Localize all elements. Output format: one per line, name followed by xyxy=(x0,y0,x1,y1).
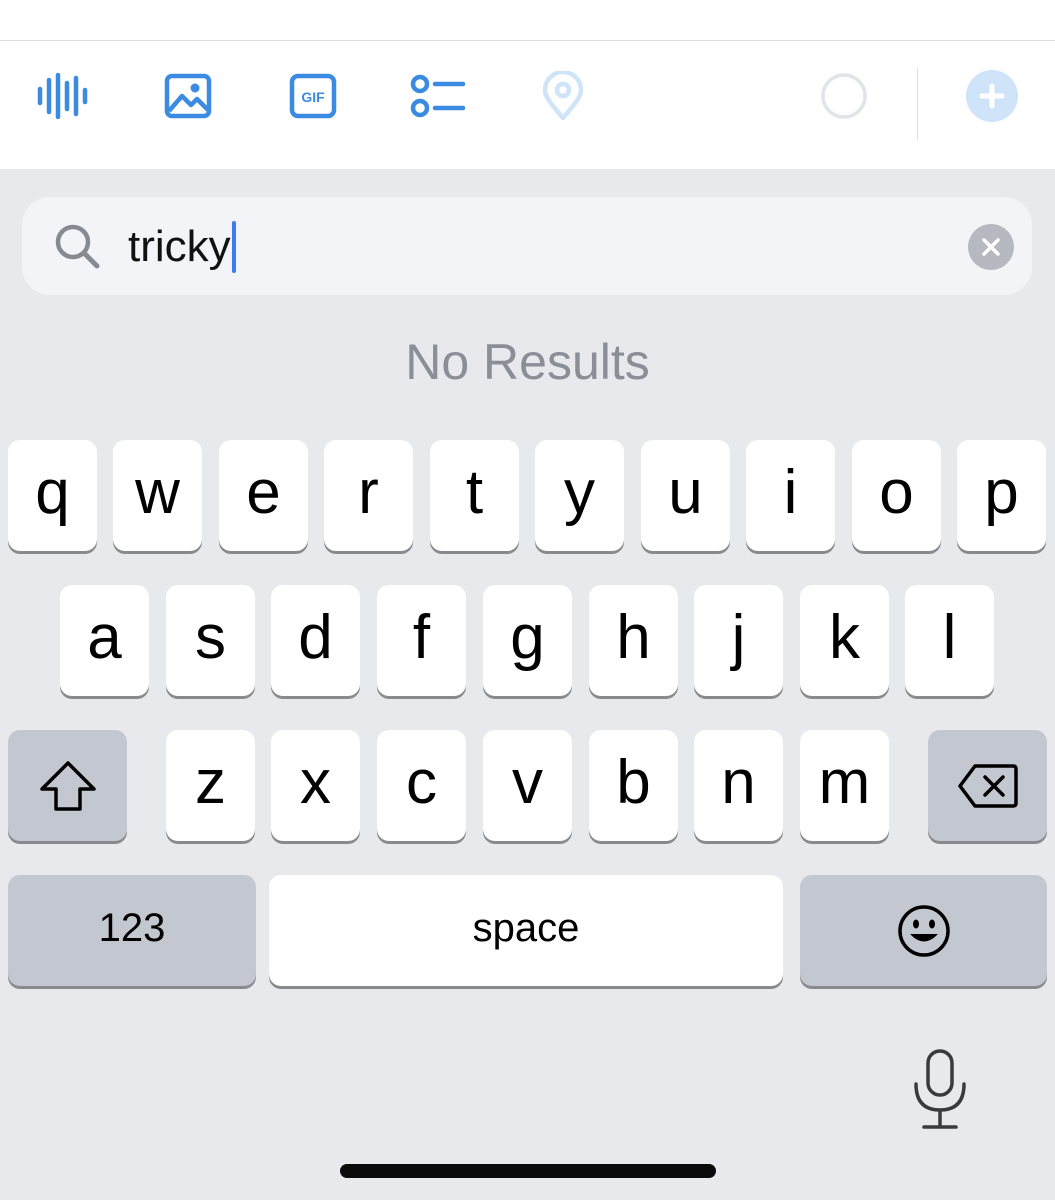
key-h[interactable]: h xyxy=(589,585,678,696)
search-area: tricky No Results xyxy=(0,169,1055,429)
close-icon xyxy=(982,238,1000,256)
plus-icon xyxy=(966,70,1018,122)
clear-search-button[interactable] xyxy=(968,224,1014,270)
keyboard: q w e r t y u i o p a s d f g h j k l z … xyxy=(0,440,1055,1200)
emoji-key[interactable] xyxy=(800,875,1047,986)
space-key[interactable]: space xyxy=(269,875,783,986)
no-results-label: No Results xyxy=(405,334,650,390)
microphone-icon[interactable] xyxy=(908,1048,972,1132)
key-z[interactable]: z xyxy=(166,730,255,841)
key-e[interactable]: e xyxy=(219,440,308,551)
key-a[interactable]: a xyxy=(60,585,149,696)
search-query: tricky xyxy=(128,222,231,271)
key-v[interactable]: v xyxy=(483,730,572,841)
search-input[interactable]: tricky xyxy=(22,197,1032,295)
emoji-icon xyxy=(897,904,950,957)
shift-key[interactable] xyxy=(8,730,127,841)
character-count-ring-icon xyxy=(814,66,874,126)
key-i[interactable]: i xyxy=(746,440,835,551)
key-c[interactable]: c xyxy=(377,730,466,841)
key-m[interactable]: m xyxy=(800,730,889,841)
waveform-icon[interactable] xyxy=(32,66,92,126)
add-tweet-button[interactable] xyxy=(962,66,1022,126)
key-k[interactable]: k xyxy=(800,585,889,696)
key-y[interactable]: y xyxy=(535,440,624,551)
gif-icon[interactable]: GIF xyxy=(283,66,343,126)
search-icon xyxy=(55,224,100,269)
key-p[interactable]: p xyxy=(957,440,1046,551)
key-o[interactable]: o xyxy=(852,440,941,551)
backspace-icon xyxy=(957,763,1018,808)
key-b[interactable]: b xyxy=(589,730,678,841)
toolbar-divider xyxy=(917,68,918,140)
compose-toolbar: GIF xyxy=(0,41,1055,169)
key-t[interactable]: t xyxy=(430,440,519,551)
key-s[interactable]: s xyxy=(166,585,255,696)
shift-icon xyxy=(39,760,96,811)
top-strip xyxy=(0,0,1055,41)
key-f[interactable]: f xyxy=(377,585,466,696)
gif-icon-label: GIF xyxy=(301,89,325,105)
key-l[interactable]: l xyxy=(905,585,994,696)
key-j[interactable]: j xyxy=(694,585,783,696)
key-g[interactable]: g xyxy=(483,585,572,696)
key-u[interactable]: u xyxy=(641,440,730,551)
key-w[interactable]: w xyxy=(113,440,202,551)
location-icon[interactable] xyxy=(533,66,593,126)
key-q[interactable]: q xyxy=(8,440,97,551)
search-field-text: tricky xyxy=(128,219,236,275)
backspace-key[interactable] xyxy=(928,730,1047,841)
home-indicator xyxy=(340,1164,716,1178)
text-cursor xyxy=(231,221,236,273)
key-d[interactable]: d xyxy=(271,585,360,696)
image-icon[interactable] xyxy=(158,66,218,126)
numbers-key[interactable]: 123 xyxy=(8,875,256,986)
key-n[interactable]: n xyxy=(694,730,783,841)
poll-icon[interactable] xyxy=(408,66,468,126)
key-r[interactable]: r xyxy=(324,440,413,551)
key-x[interactable]: x xyxy=(271,730,360,841)
